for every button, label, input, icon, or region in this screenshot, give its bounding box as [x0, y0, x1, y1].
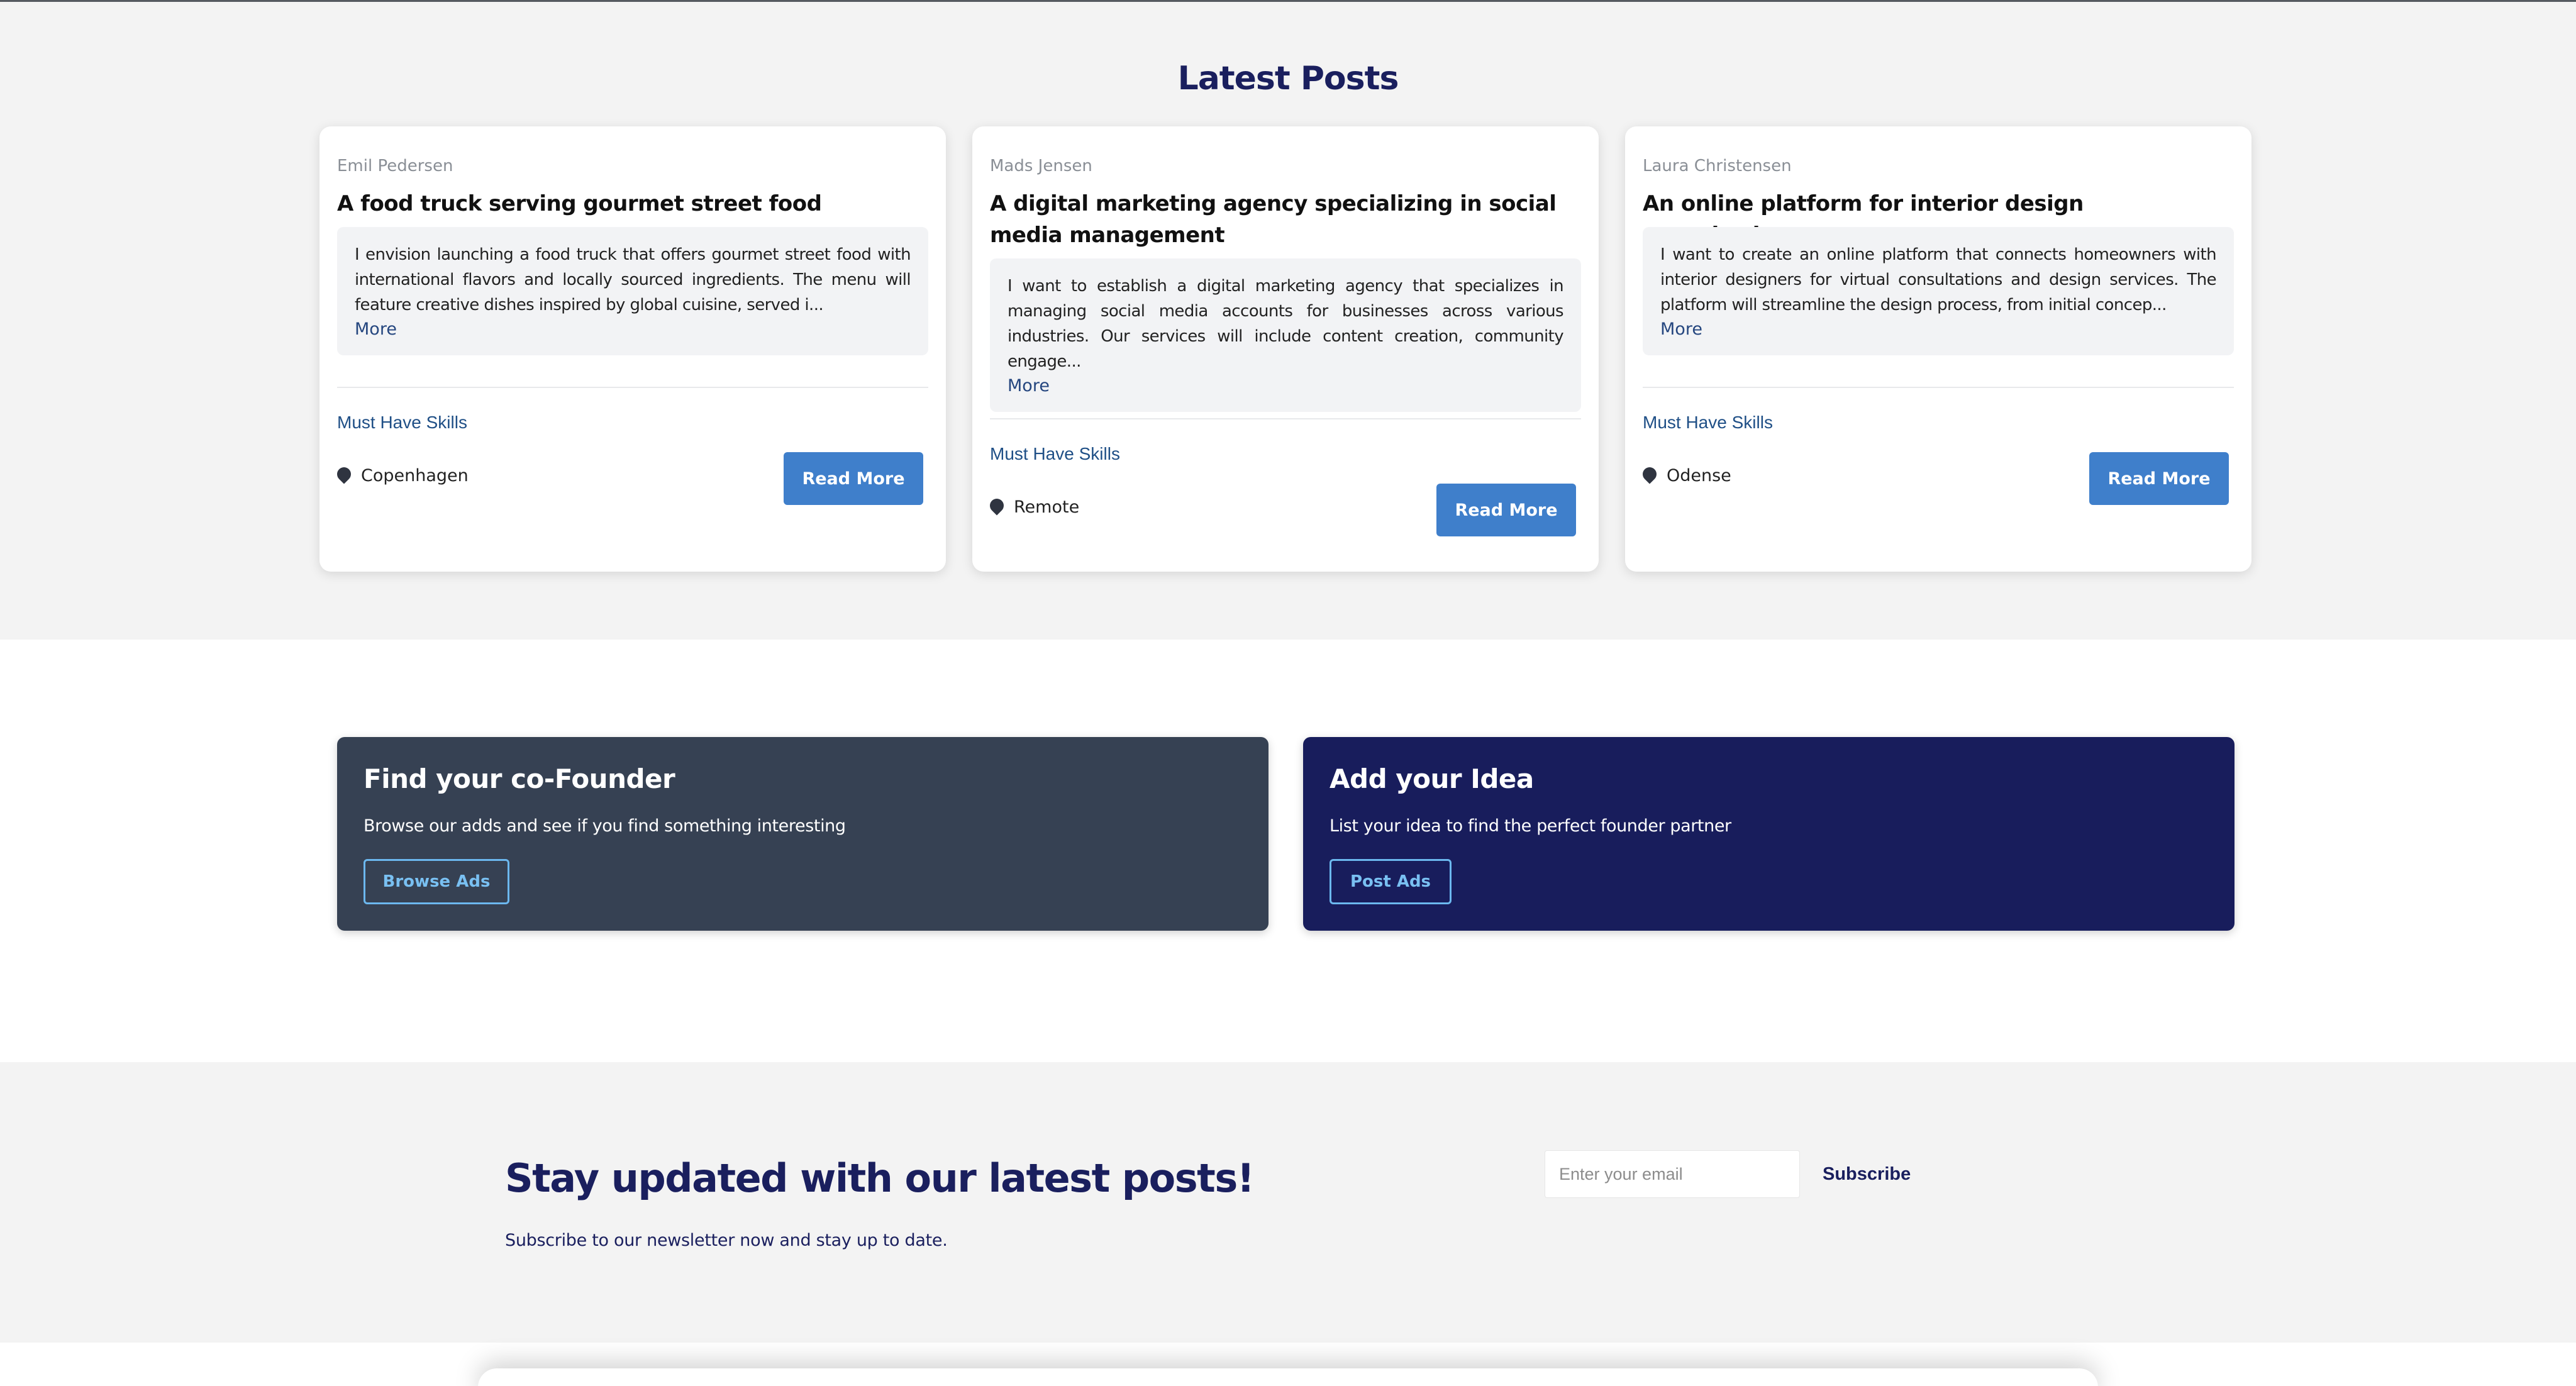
newsletter-subtitle: Subscribe to our newsletter now and stay…: [505, 1231, 948, 1250]
map-pin-icon: [1640, 463, 1660, 484]
must-have-skills-link[interactable]: Must Have Skills: [337, 413, 467, 433]
location-text: Remote: [1014, 497, 1080, 517]
latest-posts-section: Latest Posts Emil Pedersen A food truck …: [0, 2, 2576, 640]
post-description-box: I want to create an online platform that…: [1643, 227, 2234, 355]
post-description: I envision launching a food truck that o…: [355, 245, 911, 314]
find-cofounder-card: Find your co-Founder Browse our adds and…: [337, 737, 1269, 931]
read-more-button[interactable]: Read More: [784, 452, 923, 505]
must-have-skills-link[interactable]: Must Have Skills: [1643, 413, 1773, 433]
post-location: Copenhagen: [334, 463, 469, 485]
post-card: Mads Jensen A digital marketing agency s…: [972, 126, 1599, 572]
post-location: Odense: [1640, 463, 1731, 485]
post-card: Emil Pedersen A food truck serving gourm…: [319, 126, 946, 572]
newsletter-title: Stay updated with our latest posts!: [505, 1155, 1255, 1201]
read-more-button[interactable]: Read More: [2089, 452, 2229, 505]
post-description: I want to establish a digital marketing …: [1008, 277, 1564, 371]
add-idea-card: Add your Idea List your idea to find the…: [1303, 737, 2235, 931]
map-pin-icon: [334, 463, 354, 484]
post-author: Emil Pedersen: [337, 157, 453, 175]
post-ads-button[interactable]: Post Ads: [1330, 859, 1452, 904]
location-text: Odense: [1667, 466, 1731, 485]
find-cofounder-title: Find your co-Founder: [364, 763, 675, 794]
post-author: Laura Christensen: [1643, 157, 1792, 175]
newsletter-section: Stay updated with our latest posts! Subs…: [0, 1062, 2576, 1343]
post-description: I want to create an online platform that…: [1660, 245, 2217, 314]
subscribe-button[interactable]: Subscribe: [1823, 1158, 1911, 1190]
email-input[interactable]: [1545, 1150, 1800, 1198]
more-link[interactable]: More: [1660, 318, 2216, 341]
post-title: A digital marketing agency specializing …: [990, 191, 1557, 248]
divider: [337, 387, 928, 388]
more-link[interactable]: More: [1008, 374, 1563, 398]
post-author: Mads Jensen: [990, 157, 1092, 175]
post-card: Laura Christensen An online platform for…: [1625, 126, 2251, 572]
latest-posts-heading: Latest Posts: [1177, 60, 1399, 97]
map-pin-icon: [987, 495, 1007, 516]
footer-edge: [478, 1368, 2098, 1386]
post-location: Remote: [987, 495, 1080, 517]
must-have-skills-link[interactable]: Must Have Skills: [990, 444, 1120, 464]
browse-ads-button[interactable]: Browse Ads: [364, 859, 509, 904]
more-link[interactable]: More: [355, 318, 911, 341]
post-description-box: I envision launching a food truck that o…: [337, 227, 928, 355]
read-more-button[interactable]: Read More: [1436, 484, 1576, 536]
add-idea-text: List your idea to find the perfect found…: [1330, 816, 1731, 836]
add-idea-title: Add your Idea: [1330, 763, 1534, 794]
post-title: A food truck serving gourmet street food: [337, 191, 822, 216]
divider: [990, 418, 1581, 419]
find-cofounder-text: Browse our adds and see if you find some…: [364, 816, 846, 836]
location-text: Copenhagen: [361, 466, 469, 485]
post-description-box: I want to establish a digital marketing …: [990, 258, 1581, 412]
divider: [1643, 387, 2234, 388]
